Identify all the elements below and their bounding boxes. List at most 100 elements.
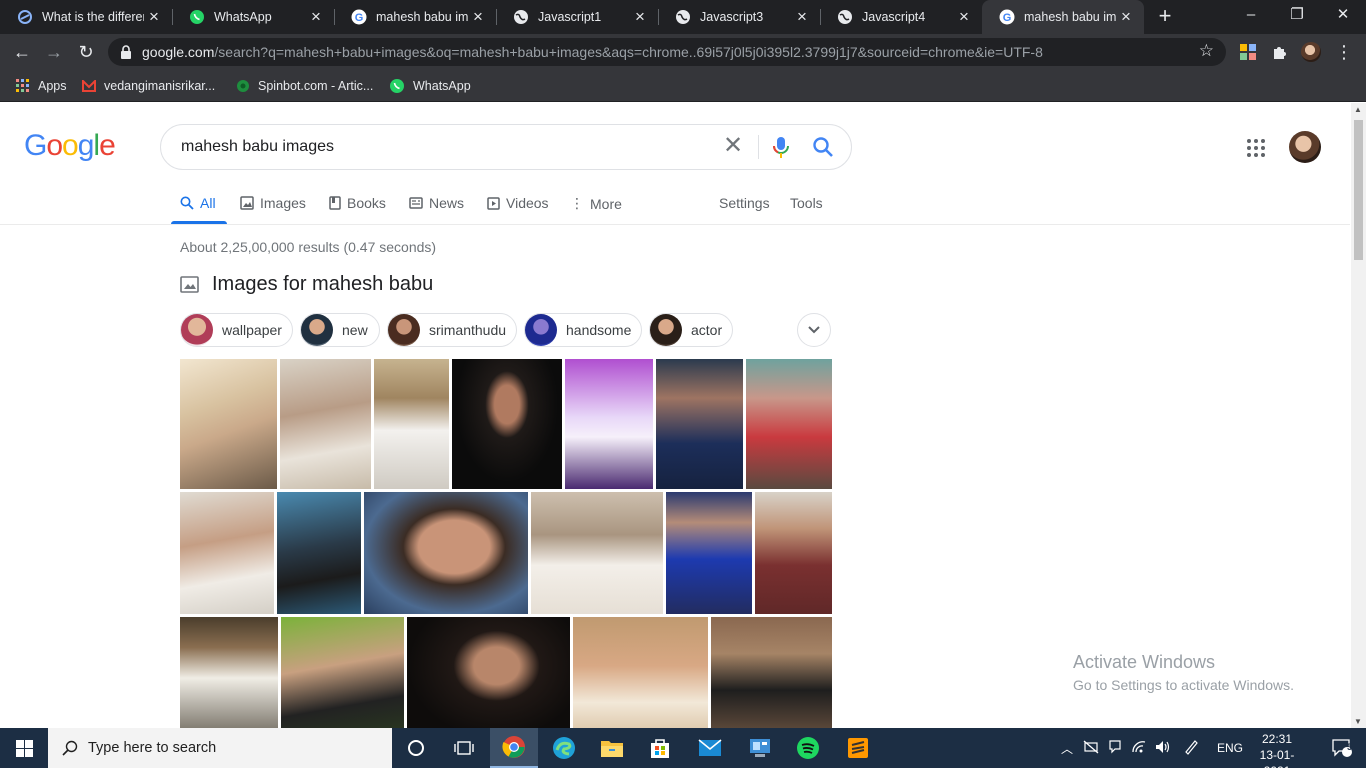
tab-7-active[interactable]: G mahesh babu images × <box>982 0 1144 34</box>
search-icon[interactable] <box>812 136 834 163</box>
image-result[interactable] <box>281 617 404 728</box>
google-logo[interactable]: Google <box>24 129 116 163</box>
image-result[interactable] <box>180 617 278 728</box>
meet-now-icon[interactable] <box>1107 739 1125 757</box>
bookmark-whatsapp[interactable]: WhatsApp <box>389 77 471 95</box>
tab-5[interactable]: Javascript3 × <box>658 0 820 34</box>
tab-1[interactable]: What is the difference × <box>0 0 172 34</box>
scroll-down-arrow[interactable]: ▼ <box>1354 717 1362 726</box>
image-result[interactable] <box>666 492 752 614</box>
tab-all[interactable]: All <box>180 195 216 211</box>
tab-4[interactable]: Javascript1 × <box>496 0 658 34</box>
minimize-button[interactable]: – <box>1228 0 1274 32</box>
reload-button[interactable]: ↻ <box>74 40 98 64</box>
taskbar-search[interactable]: Type here to search <box>48 728 392 768</box>
forward-button[interactable]: → <box>42 40 66 64</box>
search-input[interactable]: mahesh babu images <box>181 138 334 156</box>
clock[interactable]: 22:31 13-01-2021 <box>1248 731 1306 768</box>
tab-images[interactable]: Images <box>240 195 306 211</box>
menu-kebab-icon[interactable]: ⋮ <box>1333 41 1355 63</box>
chip-new[interactable]: new <box>300 313 380 347</box>
settings-link[interactable]: Settings <box>719 195 770 211</box>
pen-workspace-icon[interactable] <box>1183 739 1201 758</box>
spotify-taskbar-icon[interactable] <box>784 728 832 768</box>
close-window-button[interactable]: ✕ <box>1320 0 1366 32</box>
language-indicator[interactable]: ENG <box>1217 741 1243 755</box>
bookmark-spinbot[interactable]: Spinbot.com - Artic... <box>236 77 373 95</box>
tab-more[interactable]: ⋮ More <box>570 195 622 212</box>
network-disconnected-icon[interactable] <box>1083 740 1101 757</box>
edge-taskbar-icon[interactable] <box>540 728 588 768</box>
mail-taskbar-icon[interactable] <box>686 728 734 768</box>
tab-videos[interactable]: Videos <box>487 195 549 211</box>
image-result[interactable] <box>565 359 653 489</box>
search-box[interactable]: mahesh babu images ✕ <box>160 124 852 170</box>
notification-center-icon[interactable]: 5 <box>1318 728 1366 768</box>
new-tab-button[interactable]: + <box>1155 5 1175 27</box>
image-result[interactable] <box>656 359 743 489</box>
lock-icon[interactable] <box>120 45 132 64</box>
clear-icon[interactable]: ✕ <box>723 134 743 158</box>
volume-icon[interactable] <box>1155 740 1173 757</box>
image-result[interactable] <box>180 359 277 489</box>
image-result[interactable] <box>573 617 708 728</box>
bookmark-apps[interactable]: Apps <box>16 77 67 95</box>
page-scrollbar[interactable]: ▲ ▼ <box>1351 103 1366 728</box>
scrollbar-thumb[interactable] <box>1354 120 1363 260</box>
microphone-icon[interactable] <box>773 136 789 165</box>
task-view-icon[interactable] <box>440 728 488 768</box>
close-icon[interactable]: × <box>792 7 812 27</box>
bookmark-star-icon[interactable]: ☆ <box>1199 41 1214 61</box>
close-icon[interactable]: × <box>630 7 650 27</box>
wifi-icon[interactable] <box>1131 740 1149 757</box>
close-icon[interactable]: × <box>468 7 488 27</box>
tab-6[interactable]: Javascript4 × <box>820 0 982 34</box>
close-icon[interactable]: × <box>1116 7 1136 27</box>
bookmark-gmail[interactable]: vedangimanisrikar... <box>82 77 215 95</box>
notification-count: 5 <box>1347 742 1353 752</box>
google-apps-icon[interactable] <box>1247 139 1265 162</box>
chip-wallpaper[interactable]: wallpaper <box>180 313 293 347</box>
scroll-up-arrow[interactable]: ▲ <box>1354 105 1362 114</box>
globe-icon <box>675 9 691 25</box>
extension-qr-icon[interactable] <box>1237 41 1259 63</box>
sublime-text-taskbar-icon[interactable] <box>834 728 882 768</box>
cortana-icon[interactable] <box>392 728 440 768</box>
image-result[interactable] <box>180 492 274 614</box>
image-result[interactable] <box>746 359 832 489</box>
image-result[interactable] <box>277 492 361 614</box>
images-section-heading[interactable]: Images for mahesh babu <box>180 273 433 296</box>
account-avatar[interactable] <box>1289 131 1321 163</box>
control-panel-taskbar-icon[interactable] <box>736 728 784 768</box>
chrome-taskbar-icon[interactable] <box>490 728 538 768</box>
close-icon[interactable]: × <box>144 7 164 27</box>
image-result[interactable] <box>452 359 562 489</box>
tab-books[interactable]: Books <box>329 195 386 211</box>
address-bar[interactable]: google.com/search?q=mahesh+babu+images&o… <box>108 38 1226 66</box>
tab-2[interactable]: WhatsApp × <box>172 0 334 34</box>
close-icon[interactable]: × <box>954 7 974 27</box>
image-result[interactable] <box>531 492 663 614</box>
profile-avatar[interactable] <box>1300 41 1322 63</box>
chips-expand-button[interactable] <box>797 313 831 347</box>
tools-link[interactable]: Tools <box>790 195 823 211</box>
extensions-puzzle-icon[interactable] <box>1269 41 1291 63</box>
image-result[interactable] <box>374 359 449 489</box>
close-icon[interactable]: × <box>306 7 326 27</box>
start-button[interactable] <box>0 728 48 768</box>
back-button[interactable]: ← <box>10 40 34 64</box>
chip-actor[interactable]: actor <box>649 313 733 347</box>
image-result[interactable] <box>711 617 832 728</box>
file-explorer-taskbar-icon[interactable] <box>588 728 636 768</box>
tab-news[interactable]: News <box>409 195 464 211</box>
image-result[interactable] <box>755 492 832 614</box>
tab-3[interactable]: G mahesh babu images × <box>334 0 496 34</box>
image-result[interactable] <box>407 617 570 728</box>
chip-srimanthudu[interactable]: srimanthudu <box>387 313 517 347</box>
chip-handsome[interactable]: handsome <box>524 313 642 347</box>
maximize-button[interactable]: ❐ <box>1274 0 1320 32</box>
store-taskbar-icon[interactable] <box>636 728 684 768</box>
image-result[interactable] <box>364 492 528 614</box>
chevron-up-icon[interactable]: ︿ <box>1059 740 1075 757</box>
image-result[interactable] <box>280 359 371 489</box>
